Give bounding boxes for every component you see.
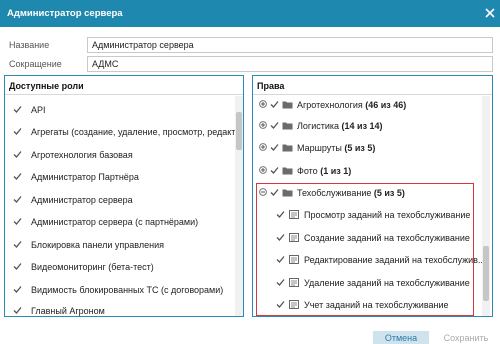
rights-scrollbar[interactable] [482, 96, 490, 316]
roles-scrollbar-thumb[interactable] [236, 112, 242, 150]
checkmark-icon[interactable] [270, 121, 279, 130]
role-item[interactable]: Видеомониторинг (бета-тест) [13, 261, 235, 275]
name-label: Название [9, 40, 50, 50]
checkmark-icon[interactable] [13, 306, 22, 315]
dialog-window: Администратор сервера Название Администр… [0, 0, 500, 344]
role-label: Блокировка панели управления [31, 240, 164, 250]
folder-icon [282, 167, 293, 175]
roles-header: Доступные роли [5, 76, 243, 95]
selection-highlight [256, 183, 474, 316]
short-row: Сокращение АДМС [0, 56, 500, 72]
role-item[interactable]: Администратор Партнёра [13, 171, 235, 185]
roles-scrollbar[interactable] [235, 96, 243, 316]
rights-group-label: Логистика (14 из 14) [297, 121, 383, 131]
role-label: API [31, 105, 46, 115]
cancel-button[interactable]: Отмена [373, 331, 429, 344]
role-item[interactable]: API [13, 104, 235, 118]
role-label: Администратор сервера [31, 195, 133, 205]
role-item[interactable]: Блокировка панели управления [13, 239, 235, 253]
checkmark-icon[interactable] [13, 127, 22, 136]
role-label: Видеомониторинг (бета-тест) [31, 262, 154, 272]
checkmark-icon[interactable] [13, 262, 22, 271]
expand-icon[interactable] [259, 143, 267, 151]
role-item[interactable]: Видимость блокированных ТС (с договорами… [13, 284, 235, 298]
roles-panel: Доступные роли API Агрегаты (создание, у… [4, 75, 244, 317]
role-item[interactable]: Главный Агроном [13, 305, 235, 316]
name-field[interactable]: Администратор сервера [87, 37, 493, 53]
role-item[interactable]: Администратор сервера (с партнёрами) [13, 216, 235, 230]
checkmark-icon[interactable] [13, 285, 22, 294]
save-button[interactable]: Сохранить [436, 331, 496, 344]
folder-icon [282, 101, 293, 109]
rights-group-row[interactable]: Агротехнология (46 из 46) [259, 99, 459, 113]
checkmark-icon[interactable] [13, 195, 22, 204]
checkmark-icon[interactable] [270, 166, 279, 175]
role-label: Видимость блокированных ТС (с договорами… [31, 285, 224, 295]
dialog-title: Администратор сервера [7, 8, 123, 19]
rights-group-row[interactable]: Маршруты (5 из 5) [259, 142, 459, 156]
rights-header: Права [253, 76, 492, 95]
checkmark-icon[interactable] [13, 240, 22, 249]
role-label: Агрегаты (создание, удаление, просмотр, … [31, 127, 242, 137]
short-label: Сокращение [9, 59, 62, 69]
rights-group-row[interactable]: Логистика (14 из 14) [259, 120, 459, 134]
role-item[interactable]: Администратор сервера [13, 194, 235, 208]
expand-icon[interactable] [259, 166, 267, 174]
close-icon[interactable] [484, 7, 496, 19]
rights-group-label: Агротехнология (46 из 46) [297, 100, 407, 110]
checkmark-icon[interactable] [13, 150, 22, 159]
role-label: Администратор сервера (с партнёрами) [31, 217, 199, 227]
rights-scrollbar-thumb[interactable] [483, 246, 489, 301]
checkmark-icon[interactable] [270, 143, 279, 152]
role-item[interactable]: Агрегаты (создание, удаление, просмотр, … [13, 126, 242, 140]
role-label: Администратор Партнёра [31, 172, 139, 182]
rights-group-label: Фото (1 из 1) [297, 166, 352, 176]
short-field[interactable]: АДМС [87, 56, 493, 72]
role-item[interactable]: Агротехнология базовая [13, 149, 235, 163]
role-label: Агротехнология базовая [31, 150, 133, 160]
checkmark-icon[interactable] [13, 217, 22, 226]
dialog-titlebar: Администратор сервера [0, 0, 500, 27]
checkmark-icon[interactable] [13, 172, 22, 181]
rights-group-row[interactable]: Фото (1 из 1) [259, 165, 459, 179]
checkmark-icon[interactable] [270, 100, 279, 109]
expand-icon[interactable] [259, 100, 267, 108]
expand-icon[interactable] [259, 121, 267, 129]
name-row: Название Администратор сервера [0, 37, 500, 53]
role-label: Главный Агроном [31, 306, 105, 316]
checkmark-icon[interactable] [13, 105, 22, 114]
folder-icon [282, 144, 293, 152]
rights-group-label: Маршруты (5 из 5) [297, 143, 376, 153]
folder-icon [282, 122, 293, 130]
